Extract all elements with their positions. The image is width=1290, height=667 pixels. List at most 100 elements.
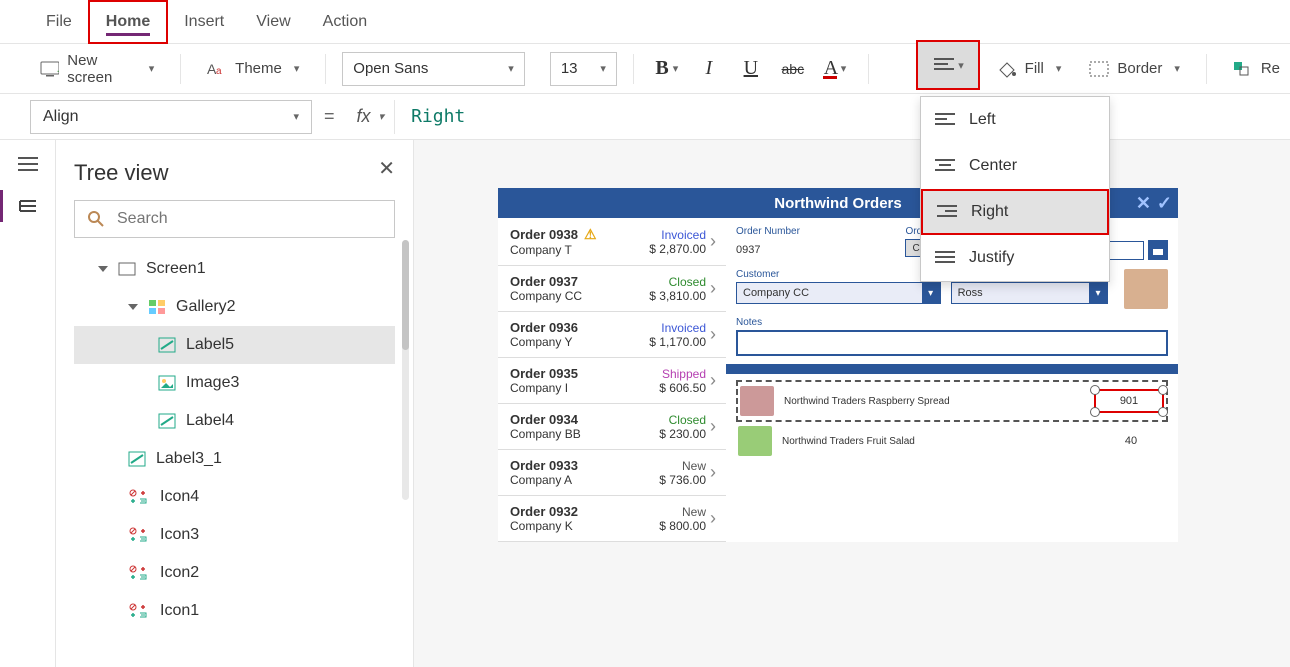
tree-scrollbar[interactable] [402,240,409,500]
line-item[interactable]: Northwind Traders Fruit Salad 40 [736,422,1168,460]
tree-search[interactable] [74,200,395,238]
label-icon [158,337,176,353]
reorder-button[interactable]: Re [1223,52,1290,86]
align-option-left[interactable]: Left [921,97,1109,143]
bold-button[interactable]: B▾ [650,52,684,86]
reorder-icon [1233,61,1253,77]
fill-label: Fill [1025,60,1044,77]
icon-group-icon [128,527,150,543]
scrollbar-thumb[interactable] [402,240,409,350]
menu-file[interactable]: File [30,0,88,44]
employee-select[interactable]: Ross▾ [951,282,1108,304]
tree-node-label5[interactable]: Label5 [74,326,395,364]
tree-node-image3[interactable]: Image3 [74,364,395,402]
svg-text:+: + [57,67,59,77]
order-item[interactable]: Order 0934Company BB Closed$ 230.00 › [498,404,726,450]
align-option-center[interactable]: Center [921,143,1109,189]
tree-label: Icon2 [160,564,199,582]
notes-label: Notes [736,317,1168,328]
text-align-button[interactable]: ▾ [918,42,978,88]
hamburger-icon[interactable] [16,152,40,176]
icon-group-icon [128,489,150,505]
italic-button[interactable]: I [692,52,726,86]
order-item[interactable]: Order 0932Company K New$ 800.00 › [498,496,726,542]
equals-sign: = [312,106,347,127]
calendar-icon[interactable] [1148,240,1168,260]
tree-node-gallery[interactable]: Gallery2 [74,288,395,326]
separator [1206,54,1207,84]
order-number-value: 0937 [736,239,895,261]
separator [325,54,326,84]
border-button[interactable]: Border ▾ [1079,52,1190,86]
tree-node-screen[interactable]: Screen1 [74,250,395,288]
icon-group-icon [128,565,150,581]
tree-label: Label3_1 [156,450,222,468]
fontsize-value: 13 [561,60,578,77]
chevron-right-icon: › [706,324,716,345]
product-qty: 901 [1094,389,1164,413]
align-option-justify[interactable]: Justify [921,235,1109,281]
tree-node-icon3[interactable]: Icon3 [74,516,395,554]
fx-button[interactable]: fx▾ [347,100,396,134]
tree-node-icon1[interactable]: Icon1 [74,592,395,630]
ribbon: + New screen ▾ Aa Theme ▾ Open Sans ▾ 13… [0,44,1290,94]
tree-node-icon4[interactable]: Icon4 [74,478,395,516]
align-icon [932,56,956,74]
reorder-label: Re [1261,60,1280,77]
tree-node-label3-1[interactable]: Label3_1 [74,440,395,478]
line-item[interactable]: Northwind Traders Raspberry Spread 901 [736,380,1168,422]
order-item[interactable]: Order 0936Company Y Invoiced$ 1,170.00 › [498,312,726,358]
label-icon [128,451,146,467]
order-item[interactable]: Order 0935Company I Shipped$ 606.50 › [498,358,726,404]
customer-select[interactable]: Company CC▾ [736,282,941,304]
menu-view[interactable]: View [240,0,306,44]
close-icon[interactable]: ✕ [378,156,395,181]
align-justify-icon [935,250,955,266]
new-screen-button[interactable]: + New screen ▾ [30,52,164,86]
accept-icon[interactable]: ✓ [1157,193,1172,214]
align-left-label: Left [969,111,996,129]
property-select[interactable]: Align ▾ [30,100,312,134]
qty-selected[interactable]: 901 [1094,389,1164,413]
tree-node-label4[interactable]: Label4 [74,402,395,440]
chevron-down-icon: ▾ [922,283,940,303]
strikethrough-button[interactable]: abc [776,52,810,86]
image-icon [158,375,176,391]
chevron-right-icon: › [706,416,716,437]
menu-home[interactable]: Home [88,0,168,44]
formula-value[interactable]: Right [395,106,465,127]
menu-action[interactable]: Action [307,0,383,44]
underline-button[interactable]: U [734,52,768,86]
order-item[interactable]: Order 0938⚠Company T Invoiced$ 2,870.00 … [498,218,726,266]
theme-button[interactable]: Aa Theme ▾ [197,52,309,86]
align-center-icon [935,158,955,174]
align-center-label: Center [969,157,1017,175]
align-option-right[interactable]: Right [921,189,1109,235]
fontsize-select[interactable]: 13 ▾ [550,52,617,86]
align-button-highlight: ▾ [916,40,980,90]
canvas[interactable]: Northwind Orders ✕ ✓ Order 0938⚠Company … [414,140,1290,667]
cancel-icon[interactable]: ✕ [1136,193,1151,214]
font-color-button[interactable]: A▾ [818,52,853,86]
tree-label: Gallery2 [176,298,236,316]
menu-insert[interactable]: Insert [168,0,240,44]
tree-panel: Tree view ✕ Screen1 Gallery2 Label5 [56,140,414,667]
tree-node-icon2[interactable]: Icon2 [74,554,395,592]
order-item[interactable]: Order 0937Company CC Closed$ 3,810.00 › [498,266,726,312]
chevron-down-icon: ▾ [149,62,155,75]
tree-view-icon[interactable] [16,194,40,218]
chevron-down-icon: ▾ [1174,62,1180,75]
menu-bar: File Home Insert View Action [0,0,1290,44]
fill-button[interactable]: Fill ▾ [987,52,1072,86]
paint-bucket-icon [997,60,1017,78]
chevron-right-icon: › [706,462,716,483]
order-item[interactable]: Order 0933Company A New$ 736.00 › [498,450,726,496]
tree-title: Tree view [74,160,395,186]
font-select[interactable]: Open Sans ▾ [342,52,525,86]
notes-input[interactable] [736,330,1168,356]
theme-label: Theme [235,60,282,77]
search-input[interactable] [115,209,382,229]
order-number-label: Order Number [736,226,895,237]
new-screen-label: New screen [67,52,136,86]
product-image [738,426,772,456]
